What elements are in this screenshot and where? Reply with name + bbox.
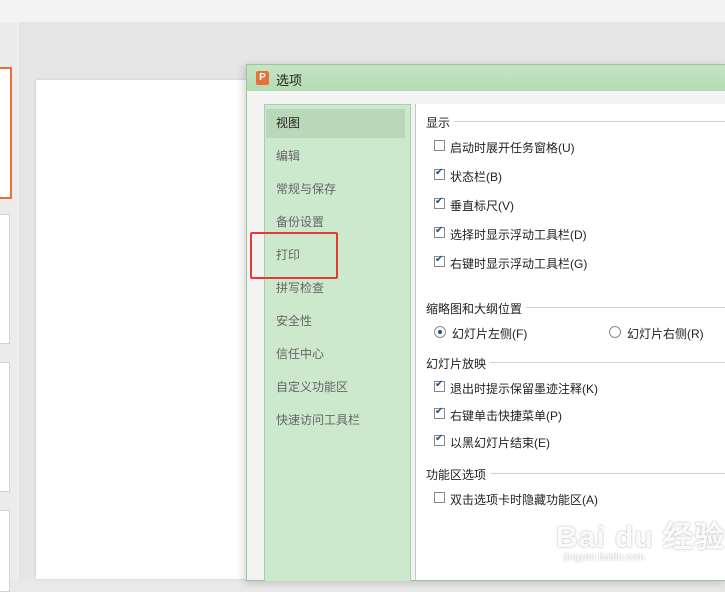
nav-item-edit[interactable]: 编辑 — [266, 142, 405, 171]
section-divider — [524, 307, 725, 308]
slide-thumbnail-2[interactable] — [0, 214, 10, 344]
section-thumbnail-position: 缩略图和大纲位置 — [426, 300, 725, 317]
slide-thumbnail-3[interactable] — [0, 362, 10, 492]
slide-canvas[interactable] — [36, 80, 266, 579]
checkbox[interactable] — [434, 254, 445, 267]
slide-thumbnail-1[interactable] — [0, 67, 12, 199]
checkbox[interactable] — [434, 140, 445, 151]
presentation-app-icon: P — [256, 71, 269, 85]
options-dialog: P 选项 视图 编辑 常规与保存 备份设置 打印 拼写检查 安全性 信任中心 自… — [246, 64, 725, 581]
checkbox[interactable] — [434, 196, 445, 209]
radio-button[interactable] — [609, 326, 621, 338]
section-ribbon-options: 功能区选项 — [426, 466, 725, 483]
section-divider — [488, 473, 725, 474]
nav-item-customize-ribbon[interactable]: 自定义功能区 — [266, 373, 405, 402]
app-top-bar — [0, 0, 725, 23]
options-content-panel: 显示 启动时展开任务窗格(U) 状态栏(B) 垂直标尺(V) 选择时显示浮动工具… — [415, 104, 725, 580]
nav-item-quick-access-toolbar[interactable]: 快速访问工具栏 — [266, 406, 405, 435]
dialog-title-bar[interactable]: P 选项 — [247, 65, 725, 91]
dialog-title: 选项 — [276, 73, 303, 88]
checkbox[interactable] — [434, 167, 445, 180]
radio-button[interactable] — [434, 326, 446, 338]
checkbox[interactable] — [434, 406, 445, 419]
section-divider — [452, 121, 725, 122]
section-title-display: 显示 — [426, 114, 455, 131]
annotation-highlight-box — [250, 232, 338, 279]
nav-item-trust-center[interactable]: 信任中心 — [266, 340, 405, 369]
nav-item-security[interactable]: 安全性 — [266, 307, 405, 336]
slide-thumbnail-4[interactable] — [0, 510, 10, 592]
checkbox[interactable] — [434, 379, 445, 392]
checkbox[interactable] — [434, 492, 445, 503]
section-title-ribbon-options: 功能区选项 — [426, 466, 491, 483]
slide-thumbnail-strip — [0, 22, 21, 592]
nav-item-view[interactable]: 视图 — [266, 109, 405, 138]
options-nav: 视图 编辑 常规与保存 备份设置 打印 拼写检查 安全性 信任中心 自定义功能区… — [264, 104, 411, 581]
section-display: 显示 — [426, 114, 725, 131]
section-slideshow: 幻灯片放映 — [426, 355, 725, 372]
section-title-thumbnail-position: 缩略图和大纲位置 — [426, 300, 527, 317]
nav-item-general-save[interactable]: 常规与保存 — [266, 175, 405, 204]
checkbox[interactable] — [434, 225, 445, 238]
section-title-slideshow: 幻灯片放映 — [426, 355, 491, 372]
checkbox[interactable] — [434, 433, 445, 446]
section-divider — [488, 362, 725, 363]
